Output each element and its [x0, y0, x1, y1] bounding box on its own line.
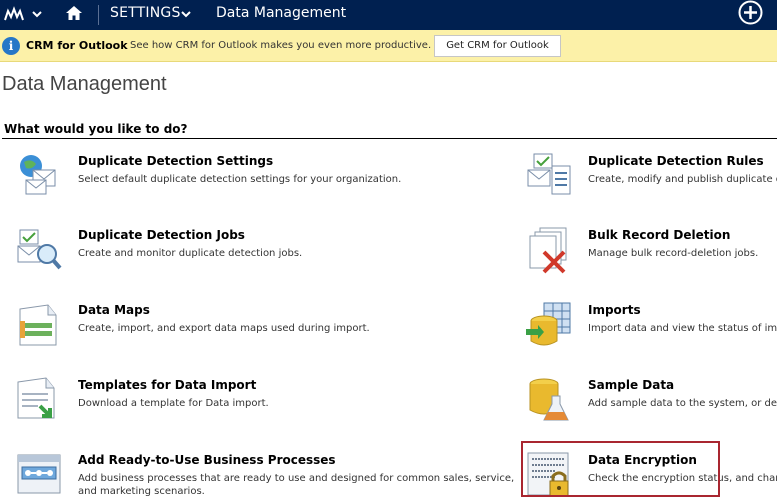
- section-divider: [2, 138, 777, 139]
- business-processes-icon: [17, 454, 61, 494]
- item-duplicate-detection-rules[interactable]: Duplicate Detection Rules Create, modify…: [526, 152, 777, 214]
- sample-data-icon: [529, 378, 569, 421]
- item-description: Create, modify and publish duplicate de: [588, 174, 777, 185]
- page-title: Data Management: [2, 73, 167, 95]
- notification-message: See how CRM for Outlook makes you even m…: [130, 40, 432, 51]
- duplicate-detection-rules-icon: [527, 153, 571, 195]
- item-sample-data[interactable]: Sample Data Add sample data to the syste…: [526, 376, 777, 438]
- item-description: Select default duplicate detection setti…: [78, 174, 402, 185]
- item-title[interactable]: Duplicate Detection Settings: [78, 154, 273, 168]
- top-nav-bar: SETTINGS Data Management: [0, 0, 777, 30]
- item-imports[interactable]: Imports Import data and view the status …: [526, 301, 777, 363]
- item-title[interactable]: Data Maps: [78, 303, 150, 317]
- templates-for-data-import-icon: [17, 377, 55, 419]
- chevron-down-icon[interactable]: [30, 7, 44, 21]
- dynamics-logo-icon[interactable]: [4, 6, 24, 22]
- nav-divider: [98, 5, 99, 25]
- get-crm-for-outlook-button[interactable]: Get CRM for Outlook: [434, 35, 561, 57]
- section-heading: What would you like to do?: [4, 122, 188, 136]
- notification-title: CRM for Outlook: [26, 39, 128, 52]
- item-duplicate-detection-settings[interactable]: Duplicate Detection Settings Select defa…: [16, 152, 401, 214]
- item-bulk-record-deletion[interactable]: Bulk Record Deletion Manage bulk record-…: [526, 226, 777, 288]
- imports-icon: [526, 302, 571, 346]
- bulk-record-deletion-icon: [529, 227, 567, 274]
- item-add-ready-to-use-business-processes[interactable]: Add Ready-to-Use Business Processes Add …: [16, 451, 514, 499]
- item-description: Create and monitor duplicate detection j…: [78, 248, 303, 259]
- item-description: Manage bulk record-deletion jobs.: [588, 248, 759, 259]
- info-icon: i: [2, 37, 20, 55]
- item-duplicate-detection-jobs[interactable]: Duplicate Detection Jobs Create and moni…: [16, 226, 316, 288]
- item-description: Import data and view the status of imp: [588, 323, 777, 334]
- item-description: Add sample data to the system, or dele: [588, 398, 777, 409]
- item-title[interactable]: Duplicate Detection Jobs: [78, 228, 245, 242]
- settings-menu[interactable]: SETTINGS: [110, 5, 181, 21]
- duplicate-detection-settings-icon: [20, 155, 56, 195]
- item-description: Download a template for Data import.: [78, 398, 269, 409]
- item-title[interactable]: Templates for Data Import: [78, 378, 256, 392]
- item-title[interactable]: Imports: [588, 303, 641, 317]
- item-description: Add business processes that are ready to…: [78, 473, 515, 497]
- notification-bar: i CRM for Outlook See how CRM for Outloo…: [0, 30, 777, 62]
- item-title[interactable]: Add Ready-to-Use Business Processes: [78, 453, 336, 467]
- item-description: Create, import, and export data maps use…: [78, 323, 370, 334]
- item-templates-for-data-import[interactable]: Templates for Data Import Download a tem…: [16, 376, 316, 438]
- home-icon[interactable]: [65, 4, 83, 22]
- item-title[interactable]: Bulk Record Deletion: [588, 228, 730, 242]
- duplicate-detection-jobs-icon: [17, 229, 62, 270]
- item-title[interactable]: Sample Data: [588, 378, 674, 392]
- item-title[interactable]: Duplicate Detection Rules: [588, 154, 764, 168]
- create-new-icon[interactable]: [738, 0, 763, 25]
- item-data-maps[interactable]: Data Maps Create, import, and export dat…: [16, 301, 370, 363]
- data-maps-icon: [19, 304, 57, 346]
- breadcrumb-current[interactable]: Data Management: [216, 5, 346, 21]
- data-encryption-highlight: [521, 441, 720, 497]
- settings-chevron-down-icon[interactable]: [180, 8, 192, 20]
